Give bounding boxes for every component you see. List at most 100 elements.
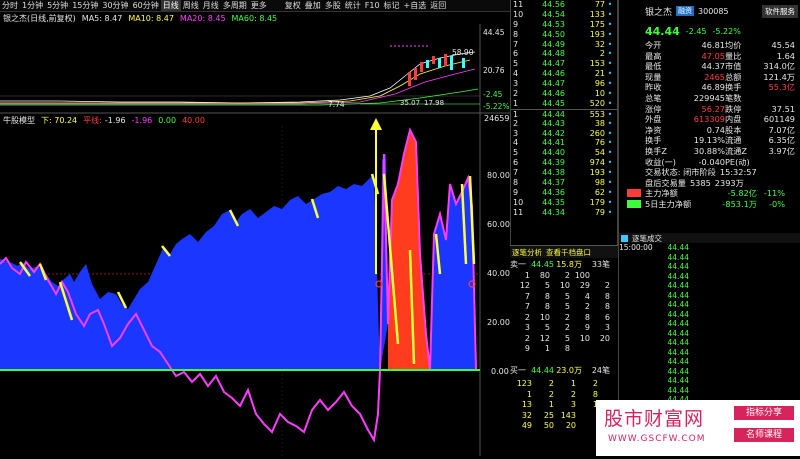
- deal-price: 44.44: [667, 357, 689, 366]
- level-price: 44.53: [542, 19, 565, 29]
- ask-level-row[interactable]: 5 44.47 153 •: [511, 59, 617, 69]
- multi-stock-button[interactable]: 多股: [323, 0, 343, 11]
- bid-level-row[interactable]: 8 44.37 98 •: [511, 178, 617, 188]
- deal-time: [619, 291, 659, 301]
- stock-stats: 今开 46.81 均价 45.54 最高 47.05 量比 1.64 最低 44.37 市值 314.…: [619, 40, 800, 167]
- tab-daily[interactable]: 日线: [160, 0, 181, 11]
- bid-level-row[interactable]: 1 44.44 553 •: [511, 108, 617, 119]
- after-hours-volume: 5385: [689, 177, 711, 188]
- queue-cell: 10: [539, 312, 550, 322]
- indicator-v3: 0.00: [158, 115, 177, 125]
- sector-button[interactable]: 软件服务: [762, 4, 798, 18]
- ask-level-row[interactable]: 7 44.49 32 •: [511, 40, 617, 50]
- level-dot-icon: •: [607, 89, 613, 99]
- fuquan-button[interactable]: 复权: [283, 0, 303, 11]
- sell-volume: 15.8万: [556, 260, 582, 269]
- ad-tag-2[interactable]: 名师课程: [734, 428, 794, 442]
- price-change: -2.45: [685, 26, 707, 36]
- level-index: 8: [513, 29, 519, 39]
- bid-level-row[interactable]: 6 44.39 974 •: [511, 158, 617, 168]
- indicator-flat-label: 平线:: [83, 115, 102, 125]
- bid-level-row[interactable]: 9 44.36 62 •: [511, 188, 617, 198]
- indicator-name[interactable]: 牛股模型: [0, 115, 38, 126]
- buy-count: 24笔: [591, 366, 610, 375]
- stat-v2: 3.97亿: [768, 145, 795, 156]
- ask-level-row[interactable]: 9 44.53 175 •: [511, 20, 617, 30]
- bid-level-row[interactable]: 4 44.41 76 •: [511, 138, 617, 148]
- stat-l2: 流通: [725, 135, 742, 146]
- level-index: 1: [513, 98, 519, 108]
- deal-price: 44.44: [667, 385, 689, 395]
- mark-button[interactable]: 标记: [382, 0, 402, 11]
- level-price: 44.42: [542, 128, 565, 138]
- ask-level-row[interactable]: 2 44.46 10 •: [511, 89, 617, 99]
- stat-row: 今开 46.81 均价 45.54: [619, 40, 800, 51]
- level-volume: 175: [589, 19, 605, 29]
- sell-label: 卖一: [510, 260, 526, 269]
- tab-60min[interactable]: 60分钟: [131, 0, 161, 11]
- bid-level-row[interactable]: 5 44.40 54 •: [511, 148, 617, 158]
- level-index: 5: [513, 148, 519, 158]
- stat-l1: 涨停: [645, 103, 662, 114]
- ask-level-row[interactable]: 1 44.45 520 •: [511, 99, 617, 109]
- price-chart[interactable]: 58.90 7.74 35.07 17.98 44.45 20.76 -2.45…: [0, 24, 510, 114]
- five-day-pct: -0%: [769, 198, 785, 209]
- ad-tag-1[interactable]: 指标分享: [734, 406, 794, 420]
- level-volume: 79: [594, 207, 605, 217]
- level-price: 44.39: [542, 158, 565, 168]
- tab-1min[interactable]: 1分钟: [20, 0, 45, 11]
- stat-v2: 601149: [763, 114, 795, 125]
- level-volume: 193: [589, 29, 605, 39]
- indicator-chart[interactable]: 80.00 60.00 40.00 20.00 0.00: [0, 114, 510, 456]
- bid-level-row[interactable]: 3 44.42 260 •: [511, 129, 617, 139]
- bid-level-row[interactable]: 7 44.38 193 •: [511, 168, 617, 178]
- tab-tick-analysis[interactable]: 逐笔分析: [512, 247, 542, 258]
- ask-level-row[interactable]: 8 44.50 193 •: [511, 30, 617, 40]
- level-volume: 38: [594, 118, 605, 128]
- ma20-label: MA20: 8.45: [179, 13, 226, 23]
- deal-row: 44.44: [619, 367, 800, 377]
- stat-v1: 30.88%: [693, 145, 725, 156]
- stats-button[interactable]: 统计: [343, 0, 363, 11]
- level-index: 6: [513, 49, 519, 59]
- sell-count: 33笔: [591, 260, 610, 269]
- tab-5min[interactable]: 5分钟: [45, 0, 70, 11]
- tab-deep-book[interactable]: 查看千档盘口: [546, 247, 591, 258]
- back-button[interactable]: 返回: [428, 0, 448, 11]
- tab-more[interactable]: 更多: [249, 0, 269, 11]
- deal-row: 44.44: [619, 253, 800, 263]
- bid-level-row[interactable]: 10 44.35 179 •: [511, 198, 617, 208]
- queue-cell: 2: [592, 379, 598, 388]
- tab-weekly[interactable]: 周线: [181, 0, 201, 11]
- deal-time: [619, 253, 659, 263]
- f10-button[interactable]: F10: [363, 0, 382, 11]
- stat-v1: 229945: [693, 92, 725, 103]
- stat-l1: 最高: [645, 50, 662, 61]
- level-index: 6: [513, 158, 519, 168]
- add-watchlist-button[interactable]: +自选: [402, 0, 429, 11]
- sell-header: 卖一 44.45 15.8万 33笔: [510, 260, 618, 271]
- tab-fenshi[interactable]: 分时: [0, 0, 20, 11]
- level-dot-icon: •: [607, 69, 613, 79]
- overlay-button[interactable]: 叠加: [303, 0, 323, 11]
- tab-monthly[interactable]: 月线: [201, 0, 221, 11]
- level-volume: 260: [589, 128, 605, 138]
- level-index: 11: [513, 0, 524, 9]
- level-volume: 10: [594, 89, 605, 99]
- ask-level-row[interactable]: 3 44.47 96 •: [511, 79, 617, 89]
- bid-level-row[interactable]: 2 44.43 38 •: [511, 119, 617, 129]
- tab-15min[interactable]: 15分钟: [70, 0, 100, 11]
- queue-cell: 5: [544, 281, 550, 290]
- bid-level-row[interactable]: 11 44.34 79 •: [511, 208, 617, 218]
- stat-l1: 净资: [645, 124, 662, 135]
- buy-queue-row: 1 2 2 8: [510, 390, 618, 401]
- ask-level-row[interactable]: 4 44.46 21 •: [511, 69, 617, 79]
- ask-level-row[interactable]: 10 44.54 133 •: [511, 10, 617, 20]
- tab-multi-period[interactable]: 多周期: [221, 0, 249, 11]
- tab-30min[interactable]: 30分钟: [100, 0, 130, 11]
- queue-cell: 32: [521, 410, 532, 420]
- ask-level-row[interactable]: 6 44.48 2 •: [511, 49, 617, 59]
- stat-row: 最高 47.05 量比 1.64: [619, 51, 800, 62]
- ask-level-row[interactable]: 11 44.56 77 •: [511, 0, 617, 10]
- buy-queue-row: 123 2 1 2: [510, 379, 618, 390]
